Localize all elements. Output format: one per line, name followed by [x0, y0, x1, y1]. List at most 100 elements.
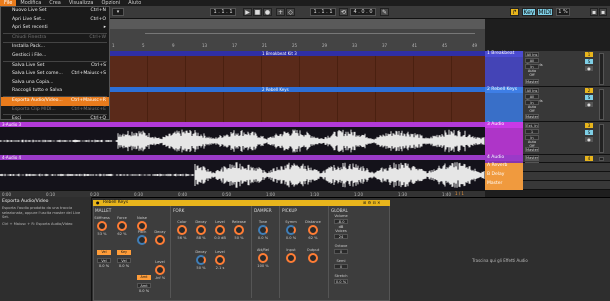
output-select[interactable]: Master — [525, 147, 539, 152]
menu-item-5[interactable]: Gestisci i File... — [1, 52, 109, 61]
parameter-knob[interactable] — [308, 225, 318, 235]
monitor-select[interactable]: In Auto Off — [525, 135, 539, 148]
input-channel-select[interactable]: All Channels — [525, 58, 543, 67]
global-value[interactable]: 24 — [334, 234, 348, 239]
solo-button[interactable]: S — [585, 130, 593, 135]
input-type-select[interactable]: All Ins — [525, 88, 539, 93]
parameter-knob[interactable] — [117, 221, 127, 231]
audio-waveform[interactable] — [0, 160, 485, 190]
parameter-knob[interactable] — [258, 225, 268, 235]
output-select[interactable]: Master — [525, 114, 539, 119]
follow-button[interactable]: ↱ — [510, 8, 519, 16]
track-activator[interactable]: 4 — [585, 156, 593, 161]
midi-map-button[interactable]: MIDI — [537, 8, 553, 16]
track-activator[interactable]: 2 — [585, 88, 593, 93]
mallet-key-pill[interactable]: Key — [117, 250, 131, 255]
track-header-6[interactable]: Master — [485, 181, 523, 190]
output-select[interactable]: Master — [525, 155, 539, 160]
parameter-knob[interactable] — [308, 253, 318, 263]
parameter-knob[interactable] — [196, 225, 206, 235]
global-value[interactable]: 0 — [334, 249, 348, 254]
volume-meter[interactable] — [599, 157, 604, 161]
arm-button[interactable]: ● — [585, 137, 593, 142]
mallet-vel-pill[interactable]: Vel — [97, 250, 111, 255]
menu-item-0[interactable]: Nuovo Live Set Ctrl+N — [1, 7, 109, 16]
audio-waveform[interactable] — [0, 127, 485, 155]
solo-button[interactable]: S — [585, 95, 593, 100]
track-header-5[interactable]: B Delay — [485, 172, 523, 181]
loop-length-display[interactable]: 4 . 0 . 0 — [350, 8, 376, 16]
parameter-knob[interactable] — [177, 225, 187, 235]
midi-clip-notes[interactable] — [110, 92, 485, 122]
menu-item-7[interactable]: Salva Live Set come... Ctrl+Maiusc+S — [1, 70, 109, 79]
loop-switch-button[interactable]: ⟲ — [339, 8, 348, 16]
menu-item-9[interactable]: Raccogli tutto e Salva — [1, 87, 109, 96]
track-4-lane[interactable]: 4-Audio 4 — [0, 155, 485, 190]
menu-item-2[interactable]: Apri Set recenti ▸ — [1, 24, 109, 33]
parameter-knob[interactable] — [234, 225, 244, 235]
overdub-button[interactable]: + — [276, 8, 285, 16]
time-ruler[interactable]: 0:00 0:10 0:20 0:30 0:40 0:50 1:00 1:10 1:20 1:30… — [0, 190, 485, 197]
noise-amt-pill[interactable]: Amt — [137, 275, 151, 280]
input-channel-select[interactable]: All Channels — [525, 94, 543, 103]
record-button[interactable]: ● — [263, 8, 272, 16]
parameter-knob[interactable] — [155, 235, 165, 245]
menu-item-label: Salva Live Set — [12, 62, 45, 68]
track-3-lane[interactable]: 3-Audio 3 — [0, 122, 485, 155]
volume-meter[interactable] — [599, 124, 604, 153]
input-type-select[interactable]: All Ins — [525, 52, 539, 57]
device-title-bar[interactable]: ● Rebell Keys ⊞ ⚙ ⊟ ✕ — [93, 200, 390, 206]
volume-meter[interactable] — [599, 53, 604, 85]
track-header-4[interactable]: A Reverb — [485, 163, 523, 172]
key-map-button[interactable]: Key — [522, 8, 536, 16]
menu-item-11[interactable]: Esporta Clip MIDI... Ctrl+Maiusc+E — [1, 106, 109, 115]
output-select[interactable]: Master — [525, 79, 539, 84]
stop-button[interactable]: ■ — [253, 8, 262, 16]
parameter-knob[interactable] — [137, 235, 147, 245]
arrangement-overview[interactable] — [110, 19, 485, 29]
global-value[interactable]: 0 — [334, 264, 348, 269]
track-activator[interactable]: 1 — [585, 52, 593, 57]
parameter-knob[interactable] — [196, 255, 206, 265]
monitor-select[interactable]: In Auto Off — [525, 100, 539, 113]
menu-item-4[interactable]: Installa Pack... — [1, 43, 109, 52]
audio-effect-drop-zone[interactable] — [390, 200, 610, 301]
parameter-knob[interactable] — [286, 225, 296, 235]
noise-amt-value[interactable]: Amt 0.0 % — [137, 283, 151, 293]
position-display[interactable]: 1 . 1 . 1 — [210, 8, 236, 16]
menu-item-8[interactable]: Salva una Copia... — [1, 79, 109, 88]
global-value[interactable]: 0.0 % — [334, 279, 348, 284]
mallet-vel-value[interactable]: Vel 0.0 % — [97, 258, 111, 268]
parameter-knob[interactable] — [258, 253, 268, 263]
input-type-select[interactable]: Ext. In — [525, 123, 539, 128]
parameter-knob[interactable] — [286, 253, 296, 263]
device-power-icon[interactable]: ● — [96, 200, 100, 205]
arm-button[interactable]: ● — [585, 102, 593, 107]
loop-brace[interactable] — [145, 33, 475, 34]
track-activator[interactable]: 3 — [585, 123, 593, 128]
global-value[interactable]: -8.0 dB — [334, 219, 348, 229]
loop-start-display[interactable]: 1 . 1 . 1 — [310, 8, 336, 16]
menu-item-12[interactable]: Esci Ctrl+Q — [1, 115, 109, 124]
parameter-knob[interactable] — [215, 225, 225, 235]
solo-button[interactable]: S — [585, 59, 593, 64]
parameter-knob[interactable] — [97, 221, 107, 231]
parameter-knob[interactable] — [155, 265, 165, 275]
monitor-select[interactable]: In Auto Off — [525, 64, 539, 77]
play-button[interactable]: ▶ — [243, 8, 252, 16]
automation-arm-button[interactable]: ◇ — [286, 8, 295, 16]
menu-item-3[interactable]: Chiudi Finestra Ctrl+W — [1, 34, 109, 43]
volume-meter[interactable] — [599, 89, 604, 120]
device-menu-icons[interactable]: ⊞ ⚙ ⊟ ✕ — [363, 200, 380, 206]
menu-item-1[interactable]: Apri Live Set... Ctrl+O — [1, 16, 109, 25]
midi-clip-notes[interactable] — [110, 56, 485, 87]
parameter-knob[interactable] — [215, 255, 225, 265]
zoom-display[interactable]: 1 / 1 — [455, 191, 464, 196]
menu-item-6[interactable]: Salva Live Set Ctrl+S — [1, 62, 109, 71]
pencil-icon[interactable]: ✎ — [380, 8, 389, 16]
menu-item-10[interactable]: Esporta Audio/Video... Ctrl+Maiusc+R — [1, 96, 109, 106]
back-to-start-button[interactable]: ▾ — [112, 8, 124, 16]
input-channel-select[interactable]: 1 — [525, 129, 539, 134]
mallet-vel-value-2[interactable]: Vel 0.0 % — [117, 258, 131, 268]
arm-button[interactable]: ● — [585, 66, 593, 71]
